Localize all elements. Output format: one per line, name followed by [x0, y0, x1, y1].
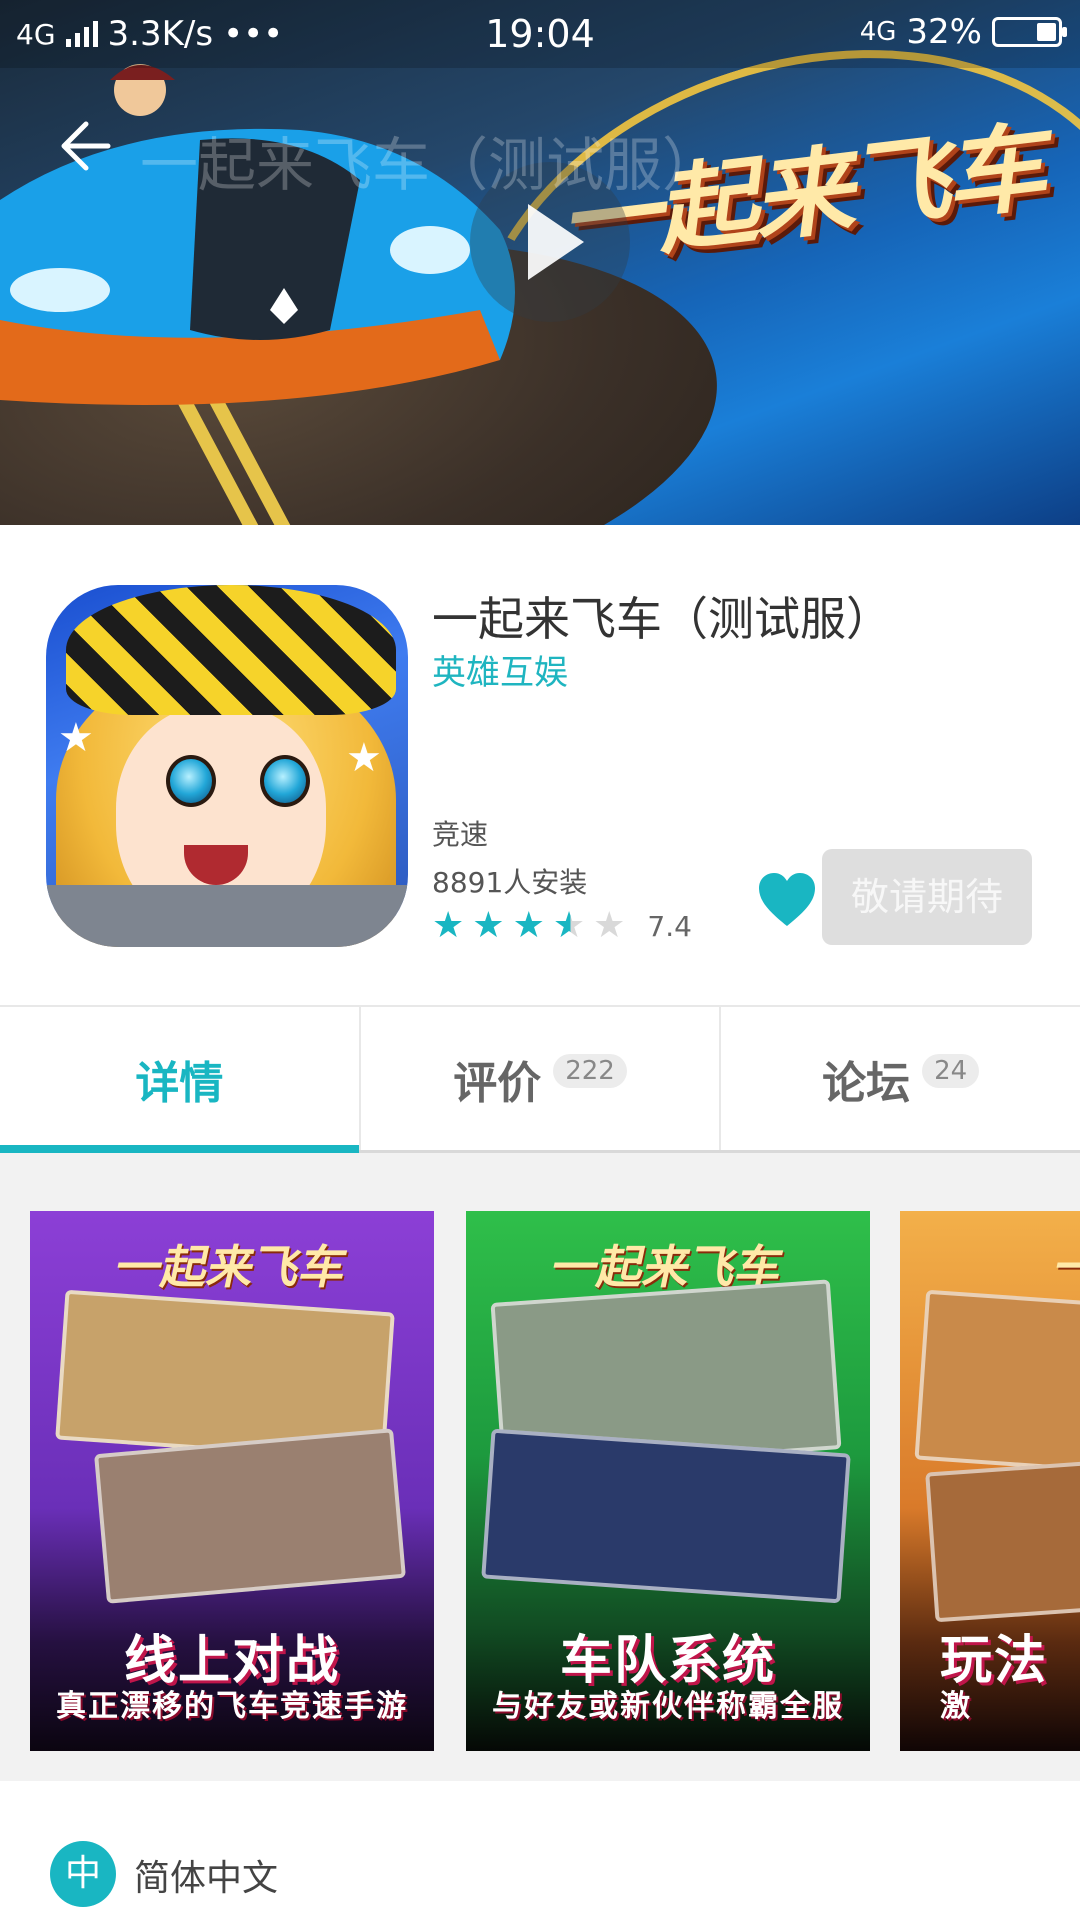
battery-icon: [992, 17, 1067, 47]
status-right: 4G 32%: [859, 12, 1067, 52]
screenshot-frame: [925, 1449, 1080, 1623]
favorite-heart-icon[interactable]: [757, 872, 817, 928]
battery-fill: [1037, 23, 1056, 41]
star-icon: ★: [432, 905, 465, 946]
slogan-main: 车队系统: [559, 1630, 776, 1691]
tab-forum[interactable]: 论坛 24: [721, 1007, 1080, 1150]
star-icon: ★: [593, 905, 626, 946]
app-category: 竞速: [432, 818, 489, 851]
screenshot-logo: 一起来飞车: [110, 1240, 353, 1294]
app-icon-jacket: [46, 885, 408, 947]
star-icon: ★: [58, 715, 94, 761]
screenshot-frame: [94, 1428, 406, 1604]
screenshot-3[interactable]: 一起 玩法 激: [900, 1211, 1080, 1751]
developer-link[interactable]: 英雄互娱: [432, 645, 568, 694]
tab-reviews[interactable]: 评价 222: [361, 1007, 722, 1150]
battery-percent: 32%: [906, 12, 982, 52]
app-icon-eye: [260, 755, 310, 807]
star-icon: ★: [472, 905, 505, 946]
network-type-right: 4G: [859, 17, 897, 47]
rating-score: 7.4: [647, 909, 692, 943]
coming-soon-button[interactable]: 敬请期待: [822, 849, 1032, 945]
app-info-section: ★ ★ 一起来飞车（测试服） 英雄互娱 竞速 8891人安装 ★ ★ ★ ★ ★ 7.4…: [0, 525, 1080, 1005]
install-count: 8891人安装: [432, 866, 588, 899]
slogan-sub: 真正漂移的飞车竞速手游: [56, 1689, 408, 1724]
review-count-badge: 222: [553, 1053, 627, 1088]
tab-bar: 详情 评价 222 论坛 24: [0, 1005, 1080, 1153]
tab-label: 评价: [453, 1057, 542, 1109]
star-rating: ★ ★ ★ ★ ★ 7.4: [432, 908, 692, 944]
nav-title: 一起来飞车（测试服）: [140, 131, 721, 199]
language-label: 简体中文: [134, 1858, 279, 1899]
screenshot-slogan: 车队系统 与好友或新伙伴称霸全服: [466, 1630, 870, 1724]
star-icon: ★: [552, 905, 586, 946]
screenshot-frame: [481, 1428, 851, 1604]
language-row: 中 简体中文: [0, 1781, 1080, 1920]
slogan-sub: 激: [940, 1689, 972, 1724]
forum-count-badge: 24: [922, 1053, 980, 1088]
app-icon-cap: [66, 585, 396, 715]
screenshot-carousel[interactable]: 一起来飞车 线上对战 真正漂移的飞车竞速手游 一起来飞车 车队系统 与好友或新伙…: [0, 1153, 1080, 1781]
app-icon: ★ ★: [46, 585, 408, 947]
screenshot-slogan: 玩法 激: [900, 1630, 1080, 1724]
screenshot-2[interactable]: 一起来飞车 车队系统 与好友或新伙伴称霸全服: [466, 1211, 870, 1751]
app-name: 一起来飞车（测试服）: [432, 592, 892, 646]
screenshot-slogan: 线上对战 真正漂移的飞车竞速手游: [30, 1630, 434, 1724]
star-icon: ★: [346, 735, 382, 781]
screenshot-frame: [914, 1289, 1080, 1483]
tab-label: 论坛: [822, 1057, 911, 1109]
status-bar: 4G 3.3K/s ••• 19:04 4G 32%: [0, 0, 1080, 68]
star-icon: ★: [512, 905, 545, 946]
tab-details[interactable]: 详情: [0, 1007, 361, 1153]
tab-label: 详情: [135, 1057, 224, 1109]
rating-stars: ★ ★ ★ ★ ★: [432, 908, 625, 944]
navigation-bar: 一起来飞车（测试服）: [0, 68, 1080, 199]
language-icon: 中: [50, 1841, 116, 1907]
screenshot-1[interactable]: 一起来飞车 线上对战 真正漂移的飞车竞速手游: [30, 1211, 434, 1751]
app-icon-eye: [166, 755, 216, 807]
back-arrow-icon[interactable]: [52, 116, 112, 176]
slogan-sub: 与好友或新伙伴称霸全服: [492, 1689, 844, 1724]
slogan-main: 线上对战: [123, 1630, 340, 1691]
screenshot-logo: 一起: [1049, 1240, 1080, 1294]
slogan-main: 玩法: [940, 1630, 1049, 1691]
